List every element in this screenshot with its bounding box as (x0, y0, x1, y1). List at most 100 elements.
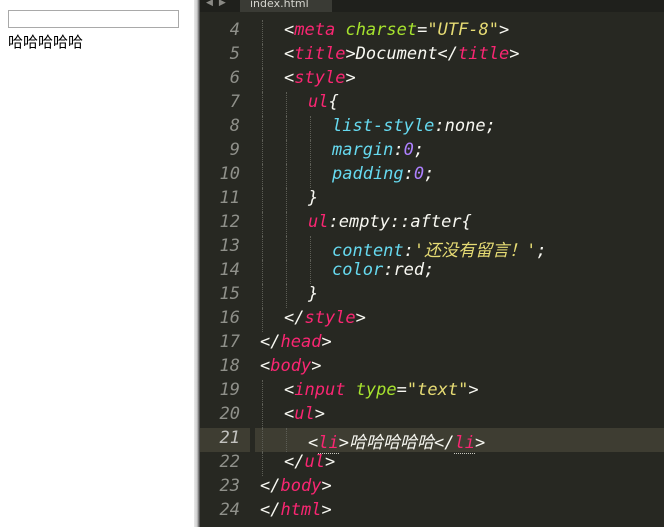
code-token: body (280, 476, 322, 496)
code-line[interactable]: </ul> (260, 452, 664, 476)
code-token: charset (345, 20, 418, 40)
indent-guide (262, 404, 263, 428)
code-line[interactable]: margin:0; (260, 140, 664, 164)
code-line[interactable]: <ul> (260, 404, 664, 428)
code-line[interactable]: <title>Document</title> (260, 44, 664, 68)
code-line[interactable]: ul:empty::after{ (260, 212, 664, 236)
code-token: > (321, 332, 332, 352)
code-token: input (294, 380, 346, 400)
line-number: 18 (219, 356, 240, 376)
code-token: li (454, 433, 475, 454)
code-token: > (509, 44, 520, 64)
line-number: 6 (229, 68, 240, 88)
code-token: < (260, 356, 271, 376)
indent-guide (262, 452, 263, 476)
code-line[interactable]: <style> (260, 68, 664, 92)
code-area[interactable]: <meta charset="UTF-8"> <title>Document</t… (255, 20, 664, 524)
line-number: 11 (219, 188, 240, 208)
line-number: 19 (219, 380, 240, 400)
preview-text-input[interactable] (8, 10, 179, 28)
line-number: 8 (229, 116, 240, 136)
indent-guide (286, 188, 287, 212)
code-line[interactable]: list-style:none; (260, 116, 664, 140)
code-line[interactable]: content:'还没有留言！'; (260, 236, 664, 261)
code-token: > (499, 20, 510, 40)
code-line[interactable]: <input type="text"> (260, 380, 664, 404)
tab-navigation: ◀ ▶ (206, 0, 226, 12)
code-token: = (396, 380, 407, 400)
code-line[interactable]: ul{ (260, 92, 664, 116)
code-token: 0 (413, 164, 425, 184)
code-token: type (355, 380, 397, 400)
code-token: 0 (403, 140, 414, 160)
code-token: </ (260, 332, 281, 352)
code-token: > (321, 500, 332, 520)
line-number: 10 (219, 164, 240, 184)
code-token: > (468, 380, 479, 400)
indent-guide (262, 308, 263, 332)
line-number: 21 (200, 428, 250, 452)
code-token: : (434, 116, 445, 136)
line-number: 23 (219, 476, 240, 496)
code-editor[interactable]: ◀ ▶ index.html 4 5 6 7 8 9 10 11 12 13 14 15 16 17 18 1… (200, 0, 664, 527)
code-line[interactable]: </html> (260, 500, 664, 524)
line-number: 24 (219, 500, 240, 520)
code-token: < (284, 404, 295, 424)
code-token: < (284, 68, 295, 88)
code-token: ; (424, 164, 435, 184)
code-token: > (314, 404, 325, 424)
line-number: 12 (219, 212, 240, 232)
code-token: red (393, 260, 425, 280)
code-token: title (458, 44, 510, 64)
indent-guide (310, 260, 311, 284)
indent-guide (262, 92, 263, 116)
tab-back-icon[interactable]: ◀ (206, 0, 213, 12)
indent-guide (262, 380, 263, 404)
line-number: 7 (229, 92, 240, 112)
code-token: meta (294, 20, 336, 40)
code-token: { (328, 92, 339, 112)
code-token: >哈哈哈哈哈</ (338, 433, 455, 453)
code-line[interactable]: <meta charset="UTF-8"> (260, 20, 664, 44)
code-token: list-style (332, 116, 435, 136)
indent-guide (262, 20, 263, 44)
code-line[interactable]: } (260, 188, 664, 212)
line-number: 14 (219, 260, 240, 280)
indent-guide (262, 428, 263, 452)
tab-forward-icon[interactable]: ▶ (219, 0, 226, 12)
code-token: :empty::after{ (328, 212, 472, 232)
code-line[interactable]: </style> (260, 308, 664, 332)
indent-guide (286, 92, 287, 116)
code-token: html (280, 500, 322, 520)
tab-index-html[interactable]: index.html (240, 0, 332, 12)
code-token: title (294, 44, 346, 64)
code-token: content (332, 241, 404, 261)
code-token: ul (308, 92, 329, 112)
code-line[interactable]: <li>哈哈哈哈哈</li> (255, 428, 664, 454)
code-line[interactable]: </body> (260, 476, 664, 500)
code-token: = (417, 20, 428, 40)
code-line[interactable]: color:red; (260, 260, 664, 284)
indent-guide (262, 140, 263, 164)
line-number: 22 (219, 452, 240, 472)
code-token: "UTF-8" (427, 20, 500, 40)
code-token: : (393, 140, 404, 160)
code-token: ul (304, 452, 325, 472)
indent-guide (262, 212, 263, 236)
code-token: > (324, 452, 336, 472)
code-line[interactable]: </head> (260, 332, 664, 356)
indent-guide (286, 284, 287, 308)
indent-guide (286, 428, 287, 452)
code-token: ; (424, 260, 435, 280)
code-token: > (311, 356, 322, 376)
line-number: 16 (219, 308, 240, 328)
code-line[interactable]: padding:0; (260, 164, 664, 188)
code-token: padding (332, 164, 404, 184)
code-token: </ (260, 500, 281, 520)
line-number: 13 (219, 236, 240, 256)
code-token: : (403, 164, 414, 184)
code-line[interactable]: <body> (260, 356, 664, 380)
code-line[interactable]: } (260, 284, 664, 308)
code-token: < (308, 433, 319, 453)
